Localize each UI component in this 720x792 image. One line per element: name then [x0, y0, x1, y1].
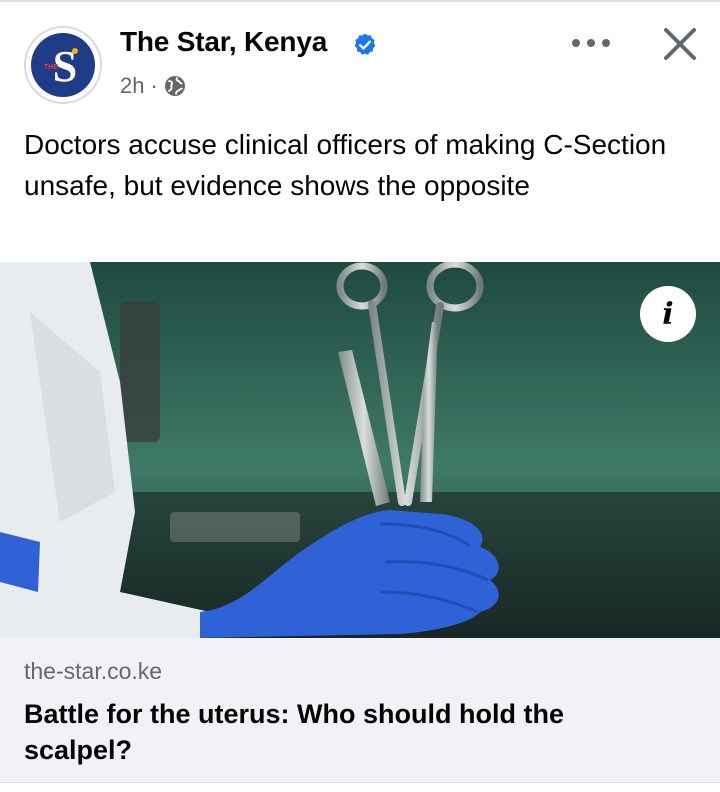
- close-icon[interactable]: [656, 20, 704, 68]
- verified-badge-icon: [354, 33, 376, 55]
- page-avatar[interactable]: S THE: [24, 26, 102, 104]
- article-image[interactable]: [0, 262, 720, 638]
- meta-separator: ·: [150, 73, 158, 98]
- the-star-logo: S THE: [31, 33, 95, 97]
- globe-icon[interactable]: [164, 75, 186, 97]
- surgeon-holding-instruments-image: [0, 262, 720, 638]
- logo-small-text: THE: [44, 64, 58, 71]
- image-info-button[interactable]: i: [640, 286, 696, 342]
- link-domain: the-star.co.ke: [24, 658, 163, 684]
- top-divider: [0, 0, 720, 2]
- link-headline[interactable]: Battle for the uterus: Who should hold t…: [24, 696, 664, 768]
- post-meta: 2h ·: [120, 73, 186, 99]
- post-time[interactable]: 2h: [120, 73, 144, 99]
- more-options-icon[interactable]: [566, 30, 616, 56]
- link-preview-card[interactable]: the-star.co.ke Battle for the uterus: Wh…: [0, 638, 720, 782]
- post-text: Doctors accuse clinical officers of maki…: [24, 129, 667, 201]
- page-name[interactable]: The Star, Kenya: [120, 26, 327, 58]
